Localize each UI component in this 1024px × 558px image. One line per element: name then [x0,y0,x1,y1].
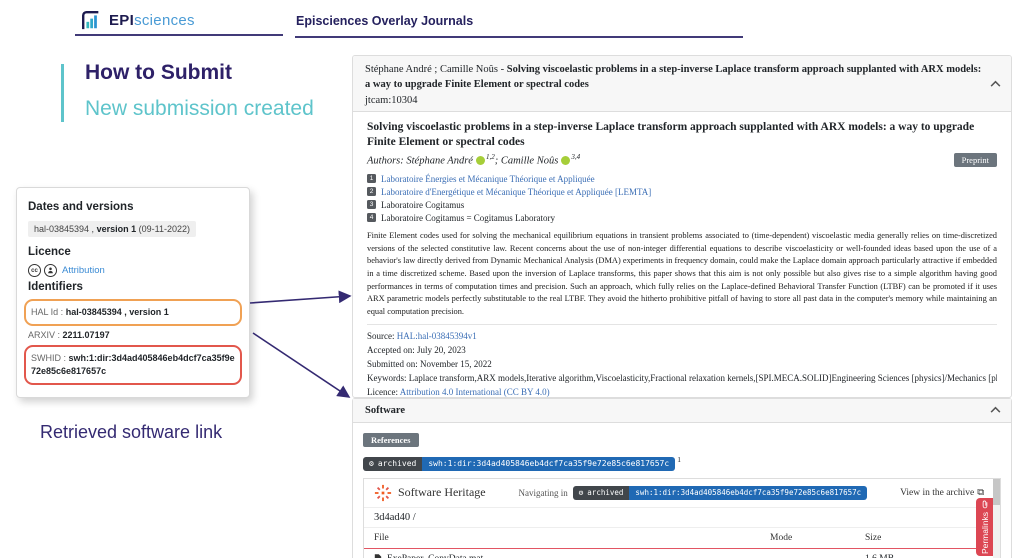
paper-docid: jtcam:10304 [365,95,985,106]
author-2: Camille Noûs [501,156,558,167]
divider [367,324,997,325]
chevron-up-icon[interactable] [990,406,1001,413]
paper-authors: Authors: Stéphane André1,2; Camille Noûs… [367,153,580,167]
affiliation-name: Laboratoire Cogitamus = Cogitamus Labora… [381,213,555,223]
author-1: Stéphane André [406,156,473,167]
hal-id-value: hal-03845394 , version 1 [66,307,169,317]
attribution-person-icon [44,264,57,277]
licence-heading: Licence [28,246,238,258]
swh-breadcrumb[interactable]: 3d4ad40 / [364,508,1000,528]
licence-line: Licence: Attribution 4.0 International (… [367,386,997,398]
logo-epi: EPI [109,12,134,29]
file-icon [374,554,382,558]
affiliation-link[interactable]: Laboratoire Énergies et Mécanique Théori… [381,174,595,184]
software-accordion-header[interactable]: Software [353,399,1011,423]
submitted-line: Submitted on: November 15, 2022 [367,358,997,372]
logo-sciences: sciences [134,12,195,29]
logo-underline [75,34,283,36]
software-body: References ⚙archived swh:1:dir:3d4ad4058… [353,423,1011,558]
accent-bar [61,64,64,122]
slide-subtitle: New submission created [85,97,314,121]
swhid-label: SWHID : [31,353,66,363]
episciences-logo[interactable]: EPIsciences [80,9,195,31]
arrow-halid-to-source [250,296,350,303]
attribution-link[interactable]: Attribution [62,265,105,276]
column-mode: Mode [770,533,865,543]
accepted-line: Accepted on: July 20, 2023 [367,344,997,358]
swh-table-row: ExePaper_ConvData.mat -rw-r--r-- 1.6 MB [364,549,1000,558]
gear-icon: ⚙ [369,459,374,468]
keywords-line: Keywords: Laplace transform,ARX models,I… [367,372,997,386]
arxiv-label: ARXIV : [28,330,60,340]
caption-retrieved-software-link: Retrieved software link [40,422,222,443]
swhid-badge[interactable]: ⚙archived swh:1:dir:3d4ad405846eb4dcf7ca… [573,486,867,500]
swh-scrollbar [993,479,1000,558]
cc-icon: cc [28,264,41,277]
licence-link[interactable]: Attribution 4.0 International (CC BY 4.0… [400,387,550,397]
affiliation-number: 4 [367,213,376,222]
page: EPIsciences Episciences Overlay Journals… [0,0,1024,558]
software-heritage-logo-icon [374,484,392,502]
paperclip-icon [981,500,989,509]
software-panel: Software References ⚙archived swh:1:dir:… [352,398,1012,558]
hal-metadata-card: Dates and versions hal-03845394 , versio… [16,187,250,398]
paper-body: Solving viscoelastic problems in a step-… [353,112,1011,398]
affiliation-number: 3 [367,200,376,209]
affiliation-row: 4 Laboratoire Cogitamus = Cogitamus Labo… [367,211,997,224]
episciences-logo-icon [80,9,102,31]
swh-navigating: Navigating in ⚙archived swh:1:dir:3d4ad4… [519,486,868,500]
orcid-icon[interactable] [476,156,485,165]
affiliation-row: 2 Laboratoire d'Energétique et Mécanique… [367,185,997,198]
footnote-marker: 1 [677,455,681,464]
file-size: 1.6 MB [865,554,990,558]
view-in-archive-link[interactable]: View in the archive ⧉ [900,487,984,498]
affiliations: 1 Laboratoire Énergies et Mécanique Théo… [367,172,997,224]
hal-id-annotation-box: HAL Id : hal-03845394 , version 1 [24,299,242,326]
swh-table-header: File Mode Size [364,528,1000,549]
gear-icon: ⚙ [579,488,584,497]
column-file: File [374,533,770,543]
references-badge: References [363,433,419,447]
swh-scrollbar-thumb[interactable] [993,479,1000,505]
orcid-icon[interactable] [561,156,570,165]
paper-title: Solving viscoelastic problems in a step-… [367,120,997,149]
header-authors: Stéphane André ; Camille Noûs - [365,64,507,75]
swh-brand[interactable]: Software Heritage [374,484,486,502]
file-mode: -rw-r--r-- [770,554,865,558]
external-link-icon: ⧉ [977,487,984,498]
source-hal-link[interactable]: HAL:hal-03845394v1 [397,331,477,341]
hal-id-label: HAL Id : [31,307,63,317]
swhid-badge[interactable]: ⚙archived swh:1:dir:3d4ad405846eb4dcf7ca… [363,457,675,471]
software-heritage-embed: Software Heritage Navigating in ⚙archive… [363,478,1001,558]
dates-heading: Dates and versions [28,201,238,213]
chevron-up-icon[interactable] [990,80,1001,87]
permalinks-tab[interactable]: Permalinks [976,498,993,556]
affiliation-name: Laboratoire Cogitamus [381,200,464,210]
swh-topbar: Software Heritage Navigating in ⚙archive… [364,479,1000,508]
paper-abstract: Finite Element codes used for solving th… [367,230,997,318]
affiliation-number: 2 [367,187,376,196]
affiliation-row: 3 Laboratoire Cogitamus [367,198,997,211]
arxiv-value: 2211.07197 [63,330,110,340]
file-link[interactable]: ExePaper_ConvData.mat [374,554,770,558]
swhid-badge-line: ⚙archived swh:1:dir:3d4ad405846eb4dcf7ca… [363,455,1001,471]
paper-accordion-header[interactable]: Stéphane André ; Camille Noûs - Solving … [353,56,1011,112]
swhid-annotation-box: SWHID : swh:1:dir:3d4ad405846eb4dcf7ca35… [24,345,242,385]
paper-panel: Stéphane André ; Camille Noûs - Solving … [352,55,1012,398]
source-line: Source: HAL:hal-03845394v1 [367,330,997,344]
version-chip[interactable]: hal-03845394 , version 1 (09-11-2022) [28,221,196,237]
affiliation-number: 1 [367,174,376,183]
nav-underline [295,36,743,38]
nav-title: Episciences Overlay Journals [296,14,473,28]
column-size: Size [865,533,990,543]
affiliation-link[interactable]: Laboratoire d'Energétique et Mécanique T… [381,187,651,197]
slide-title: How to Submit [85,61,232,85]
preprint-badge: Preprint [954,153,997,167]
affiliation-row: 1 Laboratoire Énergies et Mécanique Théo… [367,172,997,185]
identifiers-heading: Identifiers [28,281,238,293]
arrow-swhid-to-software [253,333,349,397]
